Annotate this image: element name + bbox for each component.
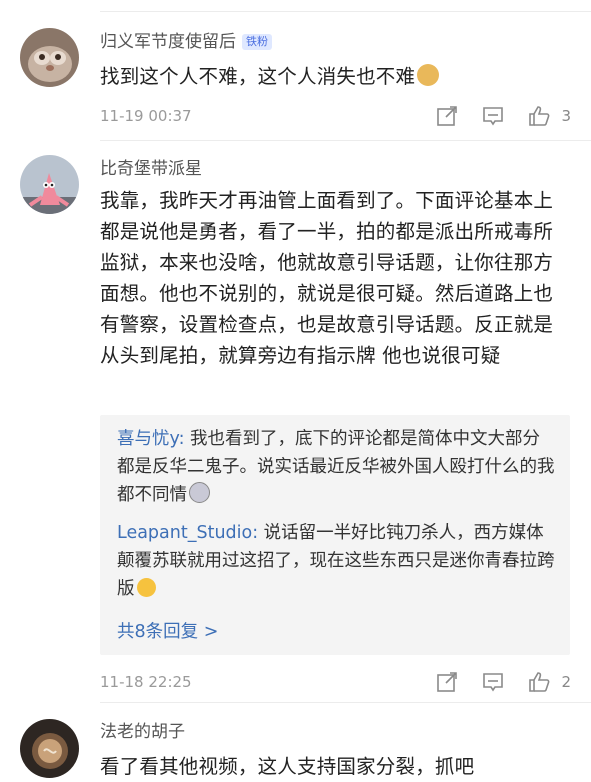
avatar[interactable] (20, 719, 79, 778)
like-icon[interactable] (527, 670, 551, 694)
reply-username[interactable]: Leapant_Studio: (117, 523, 258, 543)
reply-item: 喜与忧y: 我也看到了，底下的评论都是简体中文大部分都是反华二鬼子。说实话最近反… (117, 425, 557, 509)
like-icon[interactable] (527, 104, 551, 128)
timestamp: 11-19 00:37 (100, 107, 192, 125)
share-icon[interactable] (435, 104, 459, 128)
like-count: 3 (561, 107, 571, 125)
username[interactable]: 归义军节度使留后 铁粉 (100, 31, 272, 53)
comment-text: 我靠，我昨天才再油管上面看到了。下面评论基本上都是说他是勇者，看了一半，拍的都是… (100, 189, 554, 367)
share-icon[interactable] (435, 670, 459, 694)
comment-meta: 11-18 22:25 2 (100, 670, 571, 694)
avatar[interactable] (20, 28, 79, 87)
crazy-face-emoji-icon (189, 482, 210, 503)
fan-badge: 铁粉 (242, 34, 272, 50)
timestamp: 11-18 22:25 (100, 673, 192, 691)
reply-icon[interactable] (481, 104, 505, 128)
comment-text: 找到这个人不难，这个人消失也不难 (100, 61, 570, 92)
comment-text: 看了看其他视频，这人支持国家分裂，抓吧 (100, 755, 475, 778)
comment-meta: 11-19 00:37 3 (100, 104, 571, 128)
username-text[interactable]: 归义军节度使留后 (100, 32, 236, 52)
comment-text-content: 找到这个人不难，这个人消失也不难 (100, 65, 416, 88)
reply-username[interactable]: 喜与忧y: (117, 429, 184, 449)
reply-icon[interactable] (481, 670, 505, 694)
avatar[interactable] (20, 155, 79, 214)
username[interactable]: 法老的胡子 (100, 721, 185, 743)
comment-item: 比奇堡带派星 我靠，我昨天才再油管上面看到了。下面评论基本上都是说他是勇者，看了… (0, 141, 591, 701)
tongue-face-emoji-icon (136, 578, 156, 597)
doge-emoji-icon (417, 64, 440, 86)
username[interactable]: 比奇堡带派星 (100, 158, 202, 180)
comment-item: 法老的胡子 看了看其他视频，这人支持国家分裂，抓吧 (0, 703, 591, 781)
like-count: 2 (561, 673, 571, 691)
comment-item: 归义军节度使留后 铁粉 找到这个人不难，这个人消失也不难 11-19 00:37 … (0, 0, 591, 140)
more-replies-link[interactable]: 共8条回复 > (117, 618, 218, 643)
reply-item: Leapant_Studio: 说话留一半好比钝刀杀人，西方媒体颠覆苏联就用过这… (117, 519, 557, 603)
replies-panel: 喜与忧y: 我也看到了，底下的评论都是简体中文大部分都是反华二鬼子。说实话最近反… (100, 415, 570, 655)
